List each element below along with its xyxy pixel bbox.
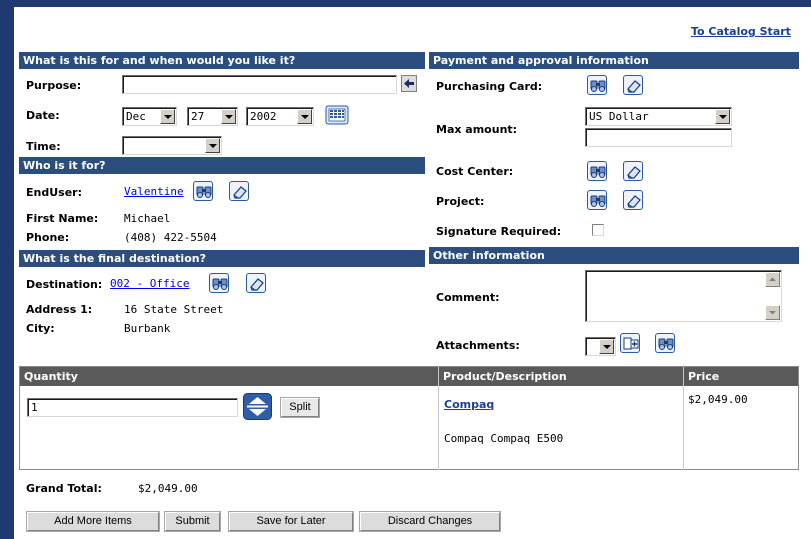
insert-arrow-icon[interactable] (401, 75, 417, 92)
eraser-icon[interactable] (229, 181, 249, 201)
city-label: City: (26, 322, 55, 335)
date-year-select[interactable]: 2002 (246, 107, 314, 126)
enduser-link[interactable]: Valentine (124, 185, 184, 198)
address-value: 16 State Street (124, 303, 224, 316)
calendar-icon[interactable] (325, 105, 349, 125)
firstname-value: Michael (124, 212, 171, 225)
product-description: Compaq Compaq E500 (444, 432, 564, 445)
quantity-input[interactable]: 1 (27, 398, 238, 417)
date-year-value: 2002 (250, 110, 277, 123)
purpose-input[interactable] (122, 75, 397, 94)
currency-select[interactable]: US Dollar (585, 107, 732, 126)
scroll-up-icon[interactable] (765, 272, 780, 287)
eraser-icon[interactable] (623, 190, 643, 210)
product-name-link[interactable]: Compaq (444, 398, 494, 411)
cost-center-label: Cost Center: (436, 165, 514, 178)
submit-button[interactable]: Submit (164, 511, 221, 532)
date-day-select[interactable]: 27 (187, 107, 238, 126)
attachments-select[interactable] (585, 337, 616, 356)
phone-label: Phone: (26, 231, 70, 244)
comment-label: Comment: (436, 291, 500, 304)
signature-label: Signature Required: (436, 225, 562, 238)
signature-checkbox[interactable] (592, 224, 604, 236)
quantity-column-header: Quantity (20, 367, 438, 386)
search-icon[interactable] (209, 273, 229, 293)
chevron-down-icon (297, 109, 312, 124)
search-icon[interactable] (587, 75, 607, 95)
date-day-value: 27 (191, 110, 205, 123)
chevron-down-icon (715, 109, 730, 124)
eraser-icon[interactable] (623, 75, 643, 95)
line-items-table: Quantity Product/Description Price (19, 366, 799, 470)
search-icon[interactable] (587, 161, 607, 181)
enduser-label: EndUser: (26, 186, 82, 199)
product-column-header: Product/Description (439, 367, 683, 386)
date-month-select[interactable]: Dec (122, 107, 177, 126)
chevron-down-icon (221, 109, 236, 124)
who-section-header: Who is it for? (19, 157, 425, 174)
grand-total-value: $2,049.00 (138, 482, 198, 495)
search-icon[interactable] (587, 190, 607, 210)
eraser-icon[interactable] (246, 273, 266, 293)
discard-changes-button[interactable]: Discard Changes (359, 511, 501, 532)
time-label: Time: (26, 140, 61, 153)
up-down-arrows-icon[interactable] (243, 393, 272, 420)
comment-textarea[interactable] (585, 270, 782, 322)
max-amount-label: Max amount: (436, 123, 518, 136)
purpose-section-header: What is this for and when would you like… (19, 52, 425, 69)
top-frame-bar (0, 0, 811, 7)
destination-section-header: What is the final destination? (19, 250, 425, 267)
column-divider (438, 367, 439, 470)
other-section-header: Other information (429, 247, 799, 264)
search-icon[interactable] (193, 181, 213, 201)
max-amount-input[interactable] (585, 128, 732, 147)
date-month-value: Dec (126, 110, 146, 123)
chevron-down-icon (599, 339, 614, 354)
chevron-down-icon (205, 138, 220, 153)
scroll-down-icon[interactable] (765, 305, 780, 320)
time-select[interactable] (122, 136, 222, 155)
currency-value: US Dollar (589, 110, 649, 123)
eraser-icon[interactable] (623, 161, 643, 181)
column-divider (683, 367, 684, 470)
city-value: Burbank (124, 322, 171, 335)
date-label: Date: (26, 109, 60, 122)
destination-link[interactable]: 002 - Office (110, 277, 189, 290)
add-attachment-icon[interactable] (620, 333, 640, 353)
save-for-later-button[interactable]: Save for Later (228, 511, 354, 532)
price-column-header: Price (684, 367, 798, 386)
destination-label: Destination: (26, 278, 103, 291)
firstname-label: First Name: (26, 212, 99, 225)
split-button[interactable]: Split (280, 397, 320, 418)
project-label: Project: (436, 195, 485, 208)
purchasing-card-label: Purchasing Card: (436, 80, 543, 93)
grand-total-label: Grand Total: (26, 482, 102, 495)
phone-value: (408) 422-5504 (124, 231, 217, 244)
item-price: $2,049.00 (688, 393, 748, 406)
add-more-items-button[interactable]: Add More Items (26, 511, 160, 532)
chevron-down-icon (160, 109, 175, 124)
search-icon[interactable] (655, 333, 675, 353)
left-frame-bar (0, 0, 14, 539)
attachments-label: Attachments: (436, 339, 520, 352)
payment-section-header: Payment and approval information (429, 52, 799, 69)
catalog-start-link[interactable]: To Catalog Start (691, 25, 791, 38)
purpose-label: Purpose: (26, 79, 82, 92)
address-label: Address 1: (26, 303, 93, 316)
